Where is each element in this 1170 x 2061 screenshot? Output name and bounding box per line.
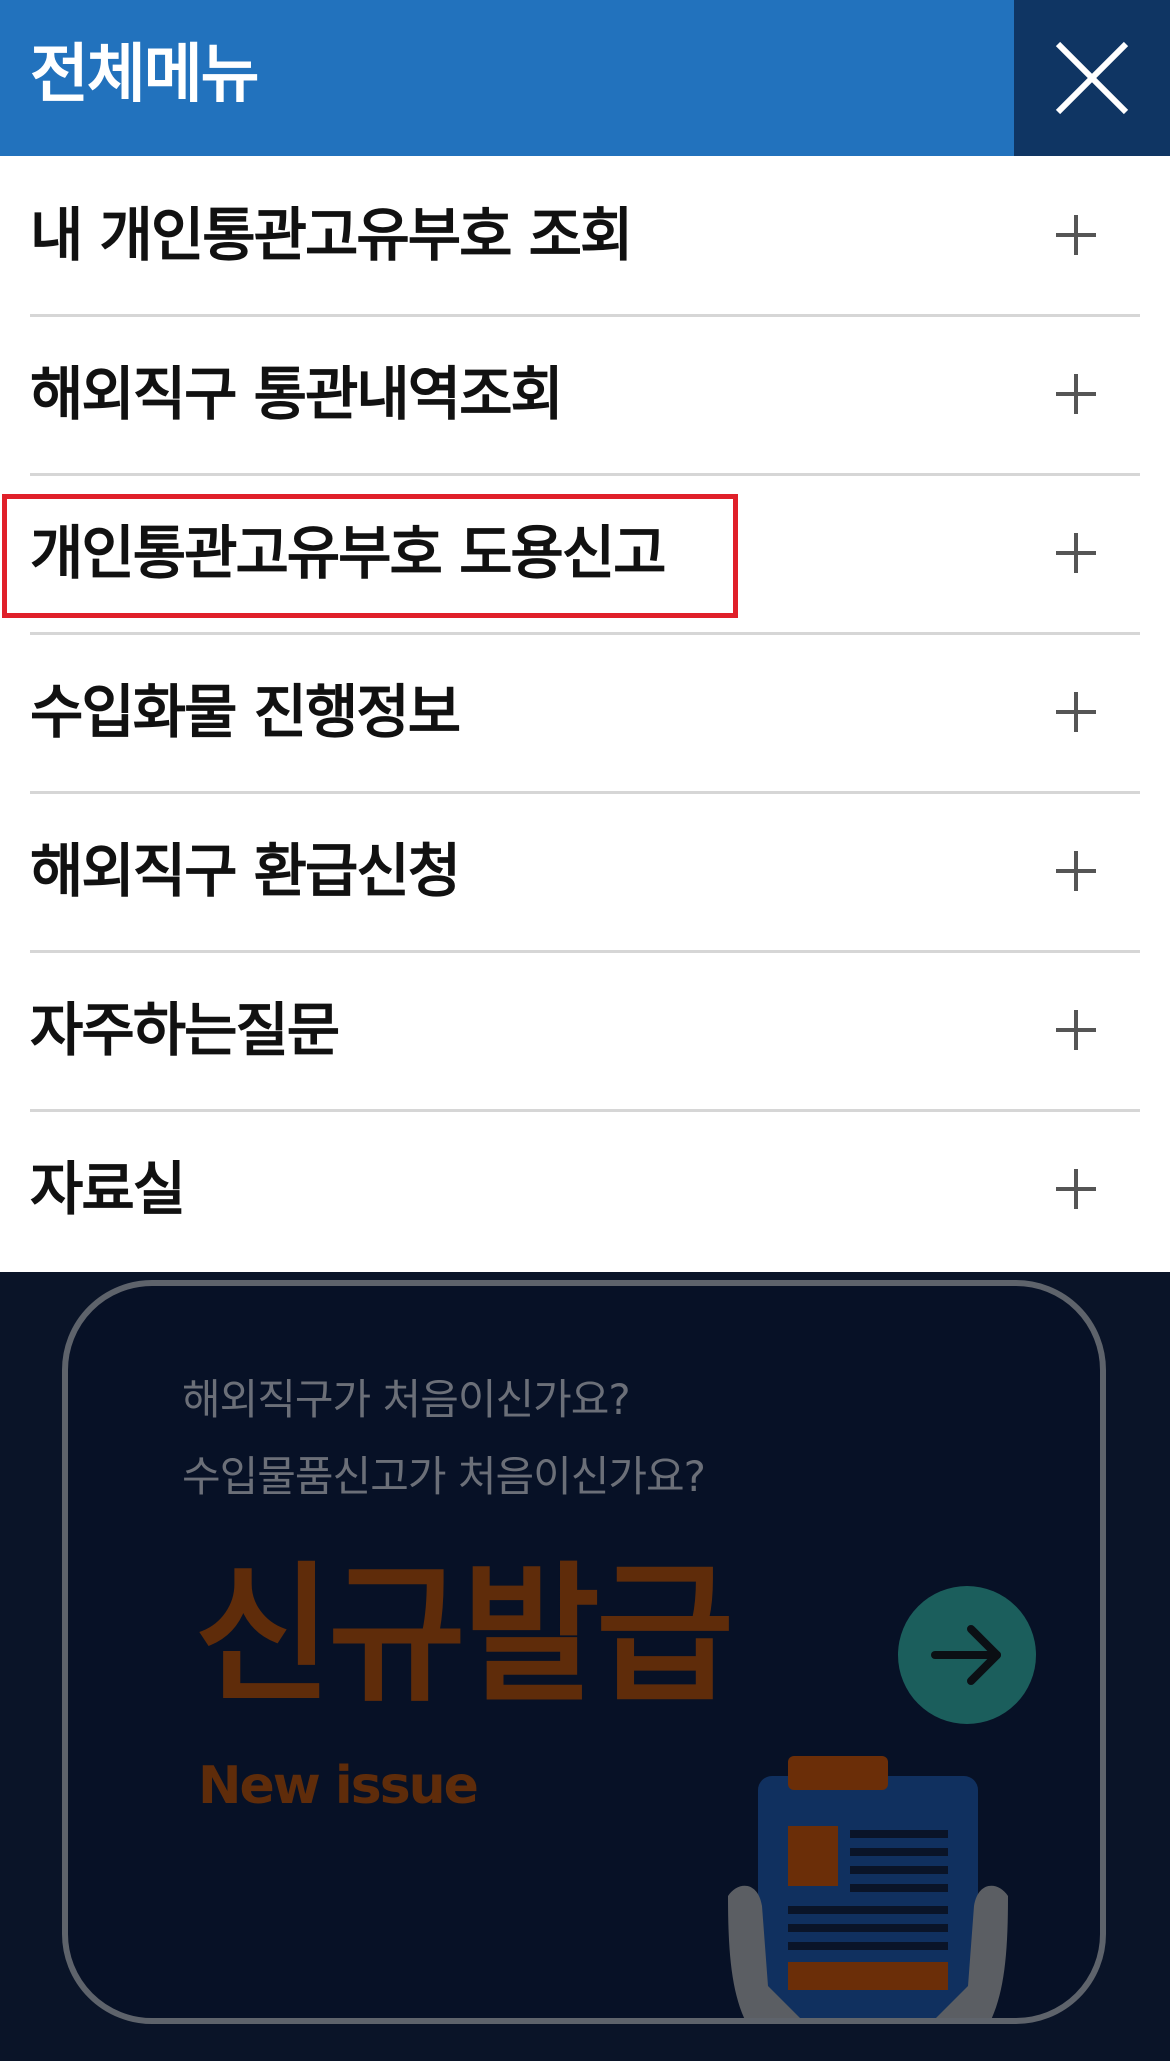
menu-item-label: 개인통관고유부호 도용신고 <box>30 519 667 587</box>
menu-item-label: 자주하는질문 <box>30 996 340 1064</box>
new-issue-banner[interactable]: 해외직구가 처음이신가요? 수입물품신고가 처음이신가요? 신규발급 New i… <box>62 1280 1106 2024</box>
banner-question-1: 해외직구가 처음이신가요? <box>182 1375 631 1424</box>
plus-icon[interactable] <box>1052 688 1100 736</box>
banner-arrow-button[interactable] <box>898 1586 1036 1724</box>
banner-title: 신규발급 <box>194 1549 734 1723</box>
plus-icon[interactable] <box>1052 847 1100 895</box>
menu-item-personal-code-lookup[interactable]: 내 개인통관고유부호 조회 <box>30 156 1140 317</box>
menu-item-label: 수입화물 진행정보 <box>30 678 461 746</box>
plus-icon[interactable] <box>1052 1165 1100 1213</box>
menu-item-faq[interactable]: 자주하는질문 <box>30 951 1140 1112</box>
menu-item-import-cargo-progress[interactable]: 수입화물 진행정보 <box>30 633 1140 794</box>
menu-item-label: 해외직구 환급신청 <box>30 837 461 905</box>
menu-item-refund-request[interactable]: 해외직구 환급신청 <box>30 792 1140 953</box>
close-button[interactable] <box>1014 0 1170 156</box>
plus-icon[interactable] <box>1052 211 1100 259</box>
menu-item-label: 내 개인통관고유부호 조회 <box>30 201 633 269</box>
menu-title: 전체메뉴 <box>30 38 260 112</box>
menu-item-code-theft-report[interactable]: 개인통관고유부호 도용신고 <box>30 474 1140 635</box>
menu-item-archive[interactable]: 자료실 <box>30 1110 1140 1268</box>
clipboard-icon <box>728 1756 1008 2018</box>
menu-item-direct-purchase-customs-history[interactable]: 해외직구 통관내역조회 <box>30 315 1140 476</box>
menu-header: 전체메뉴 <box>0 0 1170 156</box>
banner-question-2: 수입물품신고가 처음이신가요? <box>182 1452 706 1501</box>
menu-item-label: 자료실 <box>30 1155 186 1223</box>
menu-list: 내 개인통관고유부호 조회 해외직구 통관내역조회 개인통관고유부호 도용신고 … <box>0 156 1170 1272</box>
arrow-right-icon <box>931 1625 1001 1685</box>
close-icon <box>1055 41 1129 115</box>
menu-item-label: 해외직구 통관내역조회 <box>30 360 564 428</box>
plus-icon[interactable] <box>1052 1006 1100 1054</box>
plus-icon[interactable] <box>1052 529 1100 577</box>
plus-icon[interactable] <box>1052 370 1100 418</box>
banner-subtitle: New issue <box>198 1756 479 1816</box>
